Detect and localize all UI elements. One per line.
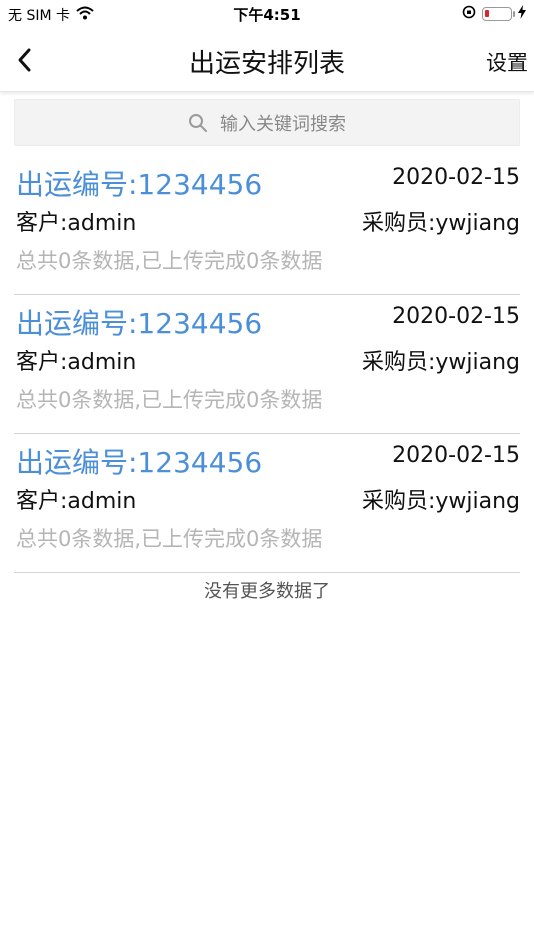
status-time: 下午4:51 <box>233 6 301 24</box>
list-item[interactable]: 出运编号:1234456 2020-02-15 客户:admin 采购员:ywj… <box>14 295 520 434</box>
customer-label: 客户:admin <box>16 489 137 514</box>
nav-bar: 出运安排列表 设置 <box>0 28 534 92</box>
buyer-label: 采购员:ywjiang <box>361 489 520 514</box>
upload-summary: 总共0条数据,已上传完成0条数据 <box>16 527 323 551</box>
battery-level <box>485 10 489 17</box>
upload-summary: 总共0条数据,已上传完成0条数据 <box>16 388 323 412</box>
search-icon <box>189 113 207 132</box>
upload-summary: 总共0条数据,已上传完成0条数据 <box>16 249 323 273</box>
buyer-label: 采购员:ywjiang <box>361 211 520 236</box>
buyer-label: 采购员:ywjiang <box>361 350 520 375</box>
page-title: 出运安排列表 <box>188 49 345 79</box>
customer-label: 客户:admin <box>16 211 137 236</box>
shipment-date: 2020-02-15 <box>392 443 520 468</box>
status-bar: 无 SIM 卡 下午4:51 <box>0 0 534 28</box>
status-right <box>462 5 526 23</box>
battery-icon <box>482 7 515 21</box>
shipment-list: 出运编号:1234456 2020-02-15 客户:admin 采购员:ywj… <box>14 156 520 573</box>
shipment-number: 出运编号:1234456 <box>16 307 263 340</box>
shipment-date: 2020-02-15 <box>392 165 520 190</box>
charging-icon <box>518 5 526 23</box>
settings-button[interactable]: 设置 <box>486 47 528 77</box>
customer-label: 客户:admin <box>16 350 137 375</box>
shipment-number: 出运编号:1234456 <box>16 446 263 479</box>
list-item[interactable]: 出运编号:1234456 2020-02-15 客户:admin 采购员:ywj… <box>14 156 520 295</box>
search-placeholder: 输入关键词搜索 <box>220 113 346 135</box>
rotation-lock-icon <box>462 5 476 23</box>
shipment-number: 出运编号:1234456 <box>16 168 263 201</box>
no-more-data-label: 没有更多数据了 <box>204 581 330 602</box>
list-item[interactable]: 出运编号:1234456 2020-02-15 客户:admin 采购员:ywj… <box>14 434 520 573</box>
search-input[interactable]: 输入关键词搜索 <box>14 99 520 146</box>
shipment-date: 2020-02-15 <box>392 304 520 329</box>
